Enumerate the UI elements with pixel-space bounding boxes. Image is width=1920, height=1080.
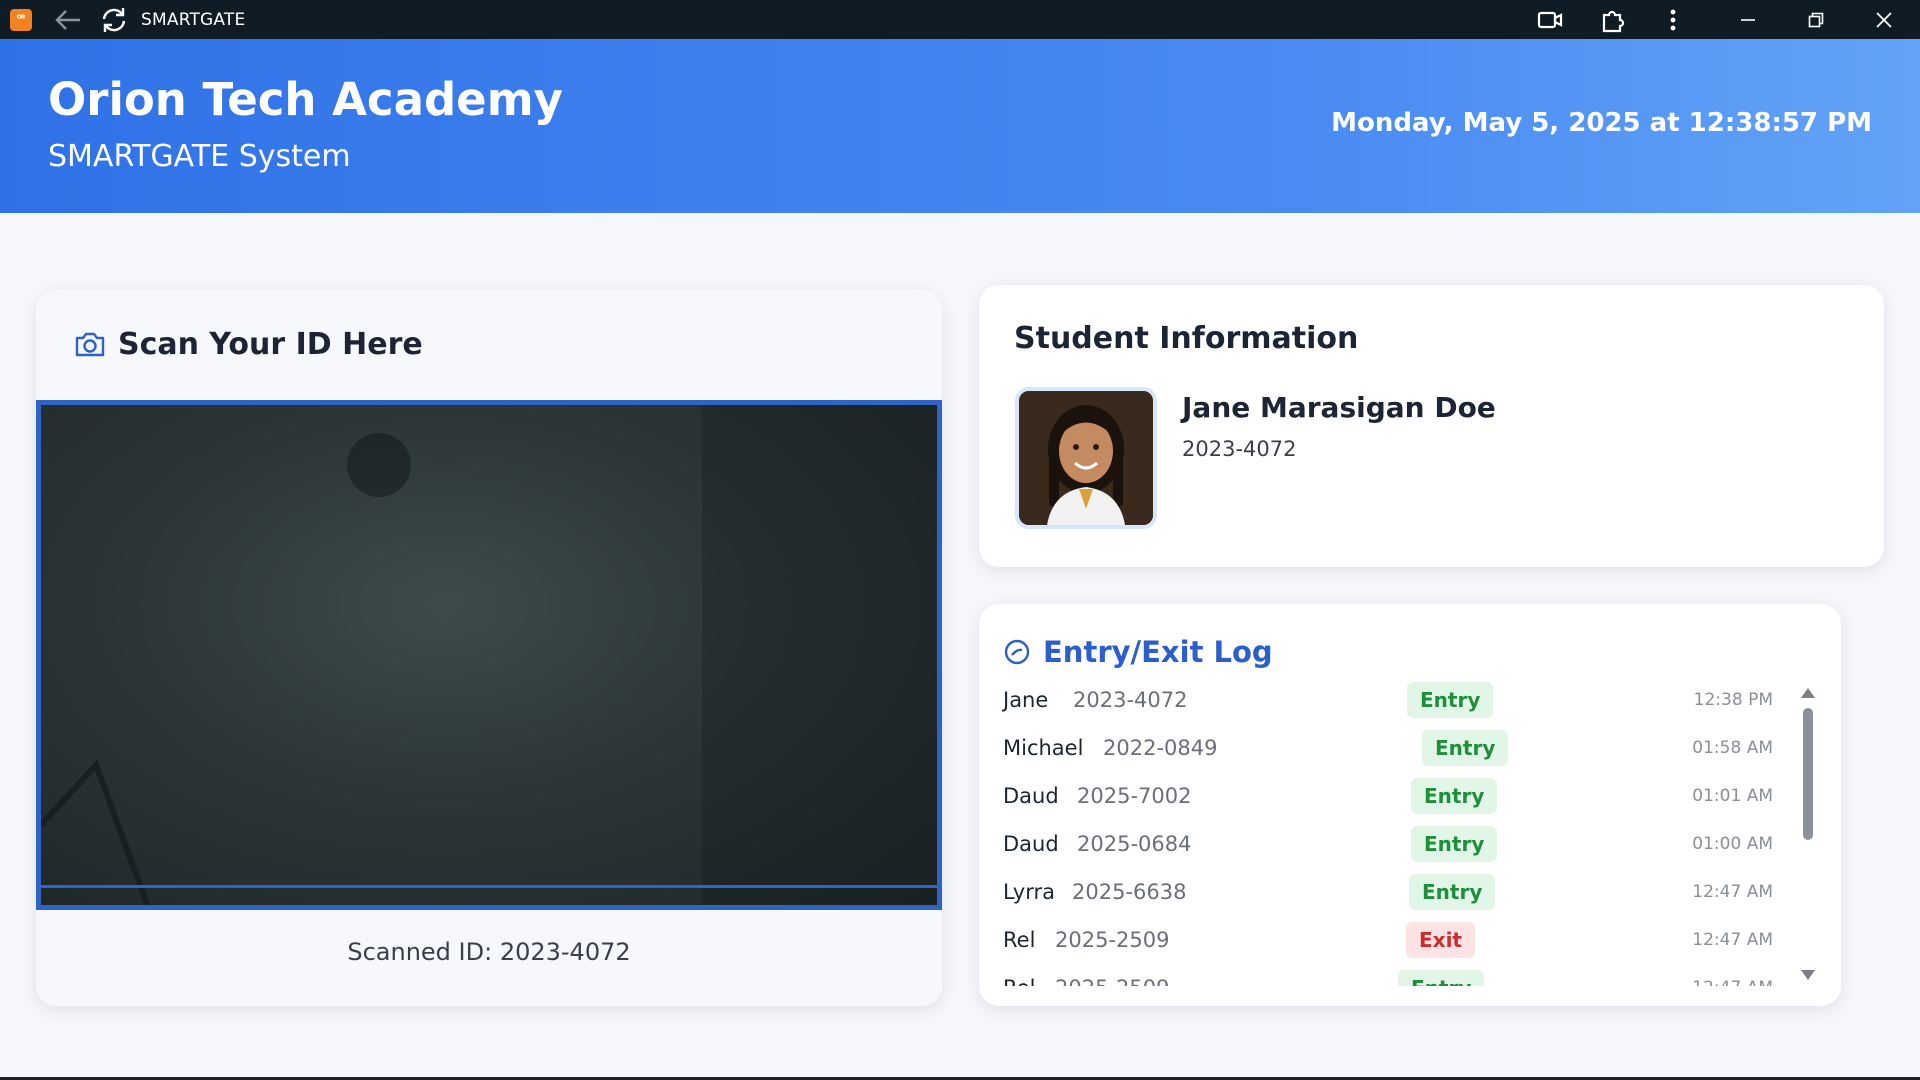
student-name: Jane Marasigan Doe xyxy=(1182,391,1496,424)
log-title: Entry/Exit Log xyxy=(1043,635,1273,669)
scroll-down-arrow-icon[interactable] xyxy=(1801,970,1815,980)
scroll-up-arrow-icon[interactable] xyxy=(1801,688,1815,698)
clock-icon xyxy=(1004,639,1030,665)
log-status-badge: Exit xyxy=(1406,922,1475,958)
log-row: Rel 2025-2509 Entry 12:47 AM xyxy=(979,968,1799,986)
log-row: Michael 2022-0849 Entry 01:58 AM xyxy=(979,728,1799,768)
log-title-row: Entry/Exit Log xyxy=(1003,632,1273,672)
student-info-card: Student Information Jane Marasigan Doe 2… xyxy=(979,285,1884,567)
scanned-id-text: Scanned ID: 2023-4072 xyxy=(347,938,631,966)
close-button[interactable] xyxy=(1864,4,1904,35)
log-time: 01:00 AM xyxy=(1692,834,1773,854)
log-row: Jane 2023-4072 Entry 12:38 PM xyxy=(979,680,1799,720)
more-options-button[interactable] xyxy=(1653,4,1693,35)
log-id: 2025-6638 xyxy=(1072,880,1187,904)
log-name: Jane xyxy=(1003,688,1049,712)
log-status-badge: Entry xyxy=(1407,682,1494,718)
log-name: Daud xyxy=(1003,832,1059,856)
log-id: 2025-2509 xyxy=(1055,976,1169,986)
restore-button[interactable] xyxy=(1796,4,1836,35)
log-status-badge: Entry xyxy=(1409,874,1496,910)
log-status-badge: Entry xyxy=(1411,778,1498,814)
app-logo-icon: ꟹ xyxy=(10,9,32,31)
scan-title: Scan Your ID Here xyxy=(118,326,423,362)
refresh-icon xyxy=(102,7,126,32)
student-id: 2023-4072 xyxy=(1182,437,1297,461)
log-id: 2025-0684 xyxy=(1077,832,1192,856)
extensions-button[interactable] xyxy=(1593,4,1633,35)
camera-icon xyxy=(75,332,105,357)
log-name: Rel xyxy=(1003,976,1035,986)
log-id: 2025-7002 xyxy=(1077,784,1192,808)
camera-toggle-button[interactable] xyxy=(1530,4,1570,35)
scan-card: Scan Your ID Here Scanned ID: 2023-4072 xyxy=(36,290,942,1006)
camera-artifact xyxy=(347,433,411,497)
log-time: 01:58 AM xyxy=(1692,738,1773,758)
scrollbar-thumb[interactable] xyxy=(1803,708,1813,840)
scan-title-row: Scan Your ID Here xyxy=(74,324,423,364)
camera-shadow xyxy=(702,405,937,905)
log-row: Daud 2025-0684 Entry 01:00 AM xyxy=(979,824,1799,864)
log-row: Daud 2025-7002 Entry 01:01 AM xyxy=(979,776,1799,816)
student-info-title: Student Information xyxy=(1014,321,1359,356)
window-title: SMARTGATE xyxy=(141,10,246,30)
log-list[interactable]: Jane 2023-4072 Entry 12:38 PM Michael 20… xyxy=(979,680,1799,986)
puzzle-icon xyxy=(1602,10,1625,32)
window-titlebar: ꟹ SMARTGATE xyxy=(0,0,1920,39)
log-row: Rel 2025-2509 Exit 12:47 AM xyxy=(979,920,1799,960)
student-portrait xyxy=(1019,391,1153,525)
log-name: Rel xyxy=(1003,928,1036,952)
log-time: 12:47 AM xyxy=(1692,978,1773,986)
log-row: Lyrra 2025-6638 Entry 12:47 AM xyxy=(979,872,1799,912)
camera-preview xyxy=(36,400,942,910)
log-status-badge: Entry xyxy=(1411,826,1498,862)
minimize-icon xyxy=(1741,18,1755,21)
scan-line xyxy=(41,885,937,888)
video-camera-icon xyxy=(1537,11,1563,28)
log-id: 2023-4072 xyxy=(1073,688,1188,712)
arrow-left-icon xyxy=(55,9,80,30)
log-name: Lyrra xyxy=(1003,880,1055,904)
student-photo xyxy=(1015,387,1157,529)
log-time: 01:01 AM xyxy=(1692,786,1773,806)
close-icon xyxy=(1876,11,1892,28)
app-header: Orion Tech Academy SMARTGATE System Mond… xyxy=(0,39,1920,213)
log-time: 12:47 AM xyxy=(1692,882,1773,902)
system-name: SMARTGATE System xyxy=(48,139,351,174)
back-button[interactable] xyxy=(48,4,88,35)
log-status-badge: Entry xyxy=(1398,970,1485,986)
current-datetime: Monday, May 5, 2025 at 12:38:57 PM xyxy=(1331,108,1872,138)
school-name: Orion Tech Academy xyxy=(48,73,563,126)
log-scrollbar[interactable] xyxy=(1800,688,1816,980)
log-id: 2025-2509 xyxy=(1055,928,1170,952)
refresh-button[interactable] xyxy=(94,4,134,35)
log-name: Michael xyxy=(1003,736,1084,760)
entry-exit-log-card: Entry/Exit Log Jane 2023-4072 Entry 12:3… xyxy=(979,604,1841,1006)
restore-icon xyxy=(1808,12,1824,27)
kebab-menu-icon xyxy=(1670,9,1676,30)
minimize-button[interactable] xyxy=(1728,4,1768,35)
log-time: 12:47 AM xyxy=(1692,930,1773,950)
log-status-badge: Entry xyxy=(1422,730,1509,766)
log-time: 12:38 PM xyxy=(1693,690,1773,710)
log-name: Daud xyxy=(1003,784,1059,808)
log-id: 2022-0849 xyxy=(1103,736,1218,760)
